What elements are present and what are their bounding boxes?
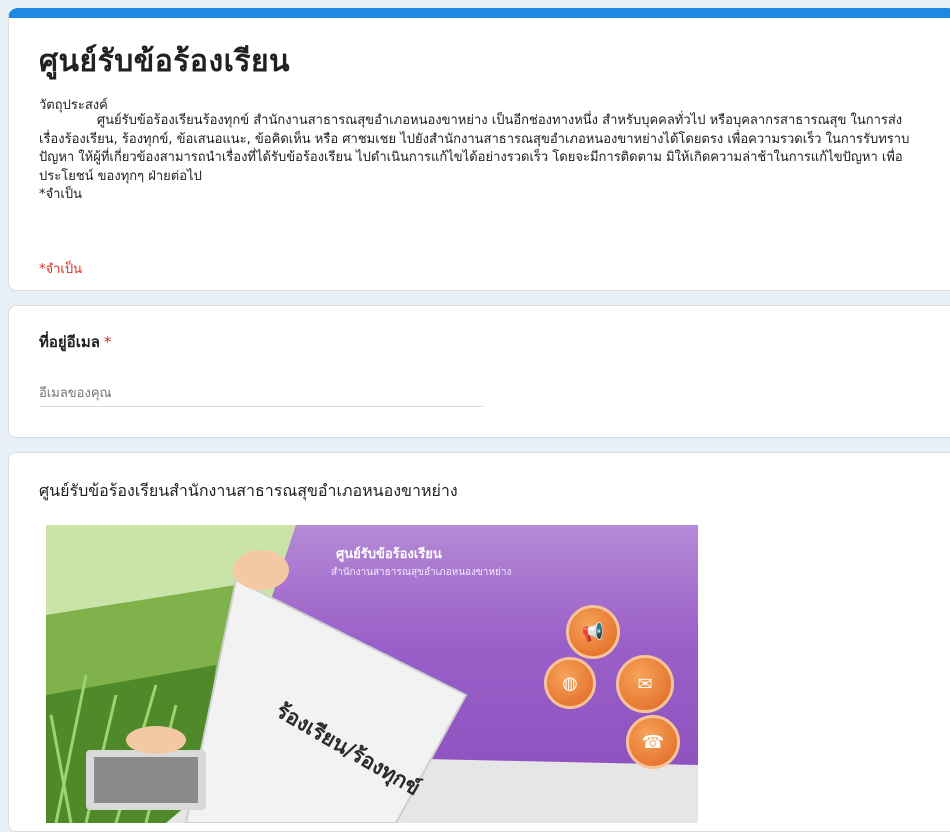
globe-icon: ◍ [544,657,596,709]
email-question-label: ที่อยู่อีเมล [39,333,100,351]
required-note: *จำเป็น [39,262,82,277]
banner-title: ศูนย์รับข้อร้องเรียน [336,547,442,562]
megaphone-icon: 📢 [566,605,620,659]
image-section-card: ศูนย์รับข้อร้องเรียนสำนักงานสาธารณสุขอำเ… [8,452,950,832]
email-question-card: ที่อยู่อีเมล * [8,305,950,438]
banner-image: ศูนย์รับข้อร้องเรียน สำนักงานสาธารณสุขอำ… [46,525,698,823]
email-input[interactable] [39,380,483,407]
required-asterisk: * [103,333,112,351]
form-description: ศูนย์รับข้อร้องเรียนร้องทุกข์ สำนักงานสา… [39,113,910,202]
form-header-card: ศูนย์รับข้อร้องเรียน วัตถุประสงค์ ศูนย์ร… [8,8,950,291]
phone-icon: ☎ [626,715,680,769]
image-section-title: ศูนย์รับข้อร้องเรียนสำนักงานสาธารณสุขอำเ… [39,481,458,500]
form-title: ศูนย์รับข้อร้องเรียน [39,44,291,79]
email-question-title: ที่อยู่อีเมล * [39,330,111,354]
banner-subtitle: สำนักงานสาธารณสุขอำเภอหนองขาหย่าง [331,567,512,578]
mail-icon: ✉ [616,655,674,713]
